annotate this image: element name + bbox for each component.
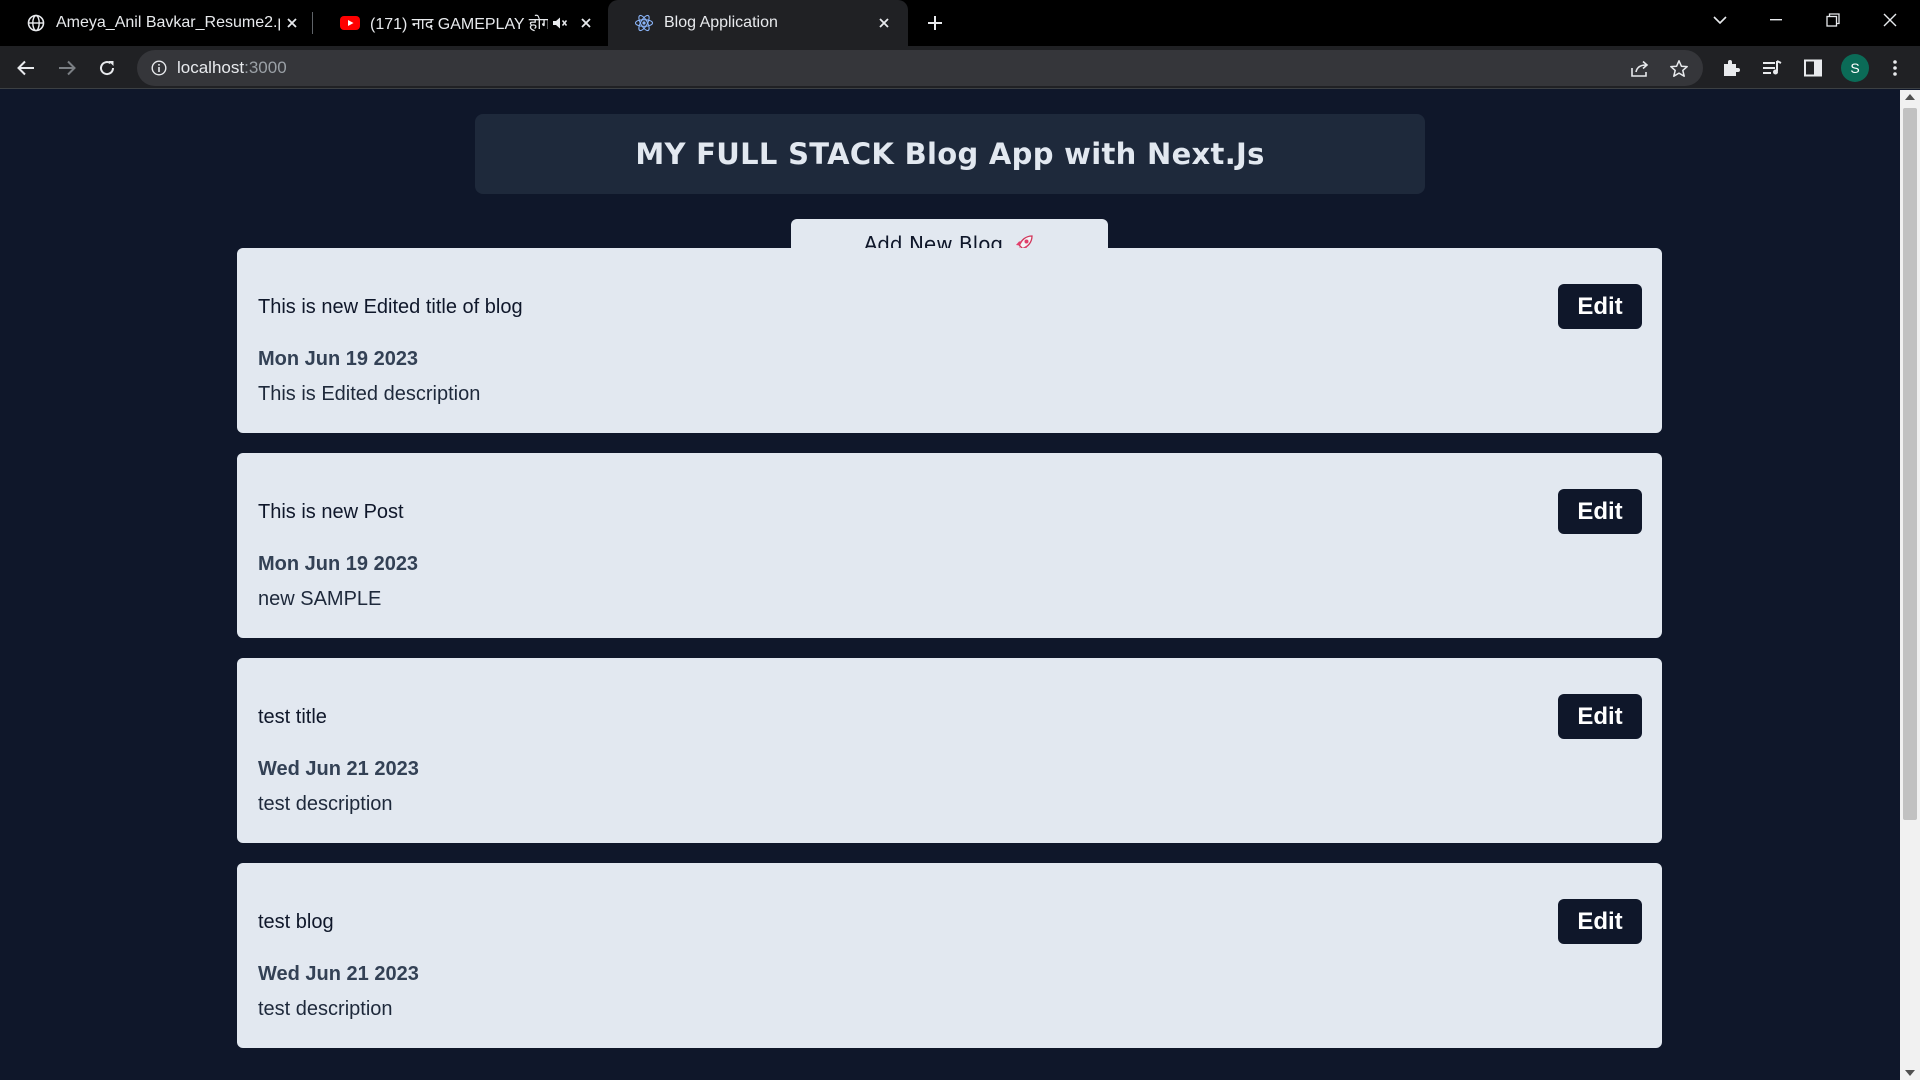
share-icon[interactable] xyxy=(1629,58,1651,80)
close-tab-icon[interactable] xyxy=(574,11,598,35)
bookmark-star-icon[interactable] xyxy=(1668,58,1690,80)
youtube-icon xyxy=(340,13,360,33)
blog-post-card: This is new Post Mon Jun 19 2023 new SAM… xyxy=(237,453,1662,638)
post-date: Wed Jun 21 2023 xyxy=(258,758,419,780)
edit-post-button[interactable]: Edit xyxy=(1558,284,1642,329)
close-tab-icon[interactable] xyxy=(280,11,304,35)
scroll-down-arrow-icon[interactable] xyxy=(1905,1070,1915,1076)
edit-post-button[interactable]: Edit xyxy=(1558,899,1642,944)
edit-post-button[interactable]: Edit xyxy=(1558,694,1642,739)
close-tab-icon[interactable] xyxy=(872,11,896,35)
browser-tab-blog-application[interactable]: Blog Application xyxy=(608,0,908,46)
restore-window-icon[interactable] xyxy=(1805,0,1861,40)
react-icon xyxy=(634,13,654,33)
forward-arrow-icon[interactable] xyxy=(51,52,83,84)
url-host: localhost xyxy=(177,58,245,77)
post-description: test description xyxy=(258,998,393,1020)
speaker-muted-icon[interactable] xyxy=(548,11,572,35)
post-description: test description xyxy=(258,793,393,815)
side-panel-icon[interactable] xyxy=(1802,57,1824,79)
browser-toolbar: localhost:3000 S xyxy=(0,46,1920,89)
tab-title: Blog Application xyxy=(664,14,778,31)
browser-tab-strip: Ameya_Anil Bavkar_Resume2.pdf (171) नाद … xyxy=(0,0,1920,46)
site-info-icon[interactable] xyxy=(149,58,169,78)
post-description: new SAMPLE xyxy=(258,588,382,610)
post-date: Mon Jun 19 2023 xyxy=(258,553,419,575)
blog-post-card: test title Wed Jun 21 2023 test descript… xyxy=(237,658,1662,843)
post-title: test blog xyxy=(258,911,334,933)
blog-post-card: test blog Wed Jun 21 2023 test descripti… xyxy=(237,863,1662,1048)
address-bar[interactable]: localhost:3000 xyxy=(137,50,1703,86)
globe-icon xyxy=(26,13,46,33)
reload-icon[interactable] xyxy=(91,52,123,84)
browser-menu-kebab-icon[interactable] xyxy=(1884,57,1906,79)
page-scrollbar[interactable] xyxy=(1900,90,1920,1080)
media-queue-icon[interactable] xyxy=(1761,57,1783,79)
post-title: This is new Post xyxy=(258,501,404,523)
tab-title: Ameya_Anil Bavkar_Resume2.pdf xyxy=(56,14,280,31)
tab-separator xyxy=(312,12,313,34)
browser-tab-youtube[interactable]: (171) नाद GAMEPLAY होगा क xyxy=(314,0,604,46)
app-header: MY FULL STACK Blog App with Next.Js xyxy=(475,114,1425,194)
url-text: localhost:3000 xyxy=(177,58,287,78)
post-title: test title xyxy=(258,706,327,728)
tab-search-chevron-icon[interactable] xyxy=(1692,0,1748,40)
url-port: :3000 xyxy=(244,58,287,77)
blog-post-card: This is new Edited title of blog Mon Jun… xyxy=(237,248,1662,433)
tab-title: (171) नाद GAMEPLAY होगा क xyxy=(370,16,548,33)
browser-tab-resume[interactable]: Ameya_Anil Bavkar_Resume2.pdf xyxy=(0,0,310,46)
edit-post-button[interactable]: Edit xyxy=(1558,489,1642,534)
page-viewport: MY FULL STACK Blog App with Next.Js Add … xyxy=(0,90,1900,1080)
extensions-puzzle-icon[interactable] xyxy=(1720,57,1742,79)
post-date: Mon Jun 19 2023 xyxy=(258,348,419,370)
minimize-window-icon[interactable] xyxy=(1748,0,1804,40)
scrollbar-thumb[interactable] xyxy=(1903,108,1917,820)
close-window-icon[interactable] xyxy=(1862,0,1918,40)
post-description: This is Edited description xyxy=(258,383,481,405)
post-date: Wed Jun 21 2023 xyxy=(258,963,419,985)
scroll-up-arrow-icon[interactable] xyxy=(1905,94,1915,100)
back-arrow-icon[interactable] xyxy=(10,52,42,84)
profile-avatar[interactable]: S xyxy=(1841,54,1869,82)
page-title: MY FULL STACK Blog App with Next.Js xyxy=(635,137,1265,171)
new-tab-plus-icon[interactable] xyxy=(920,8,950,38)
post-title: This is new Edited title of blog xyxy=(258,296,523,318)
